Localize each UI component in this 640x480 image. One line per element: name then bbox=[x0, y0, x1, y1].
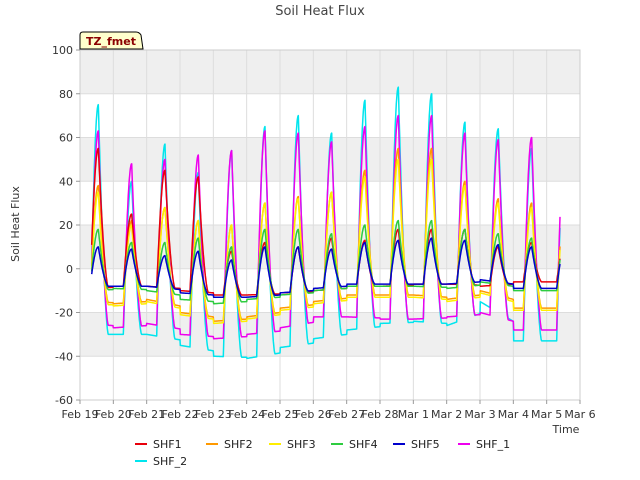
soil-heat-flux-chart: Soil Heat Flux -60 -40 -20 0 20 40 60 80 100 Feb … bbox=[9, 4, 596, 468]
legend-label: SHF2 bbox=[224, 438, 253, 451]
x-tick-label: Mar 6 bbox=[564, 408, 595, 421]
plot-band bbox=[80, 312, 580, 357]
legend: SHF1 SHF2 SHF3 SHF4 SHF5 SHF_1 SHF_2 bbox=[135, 438, 510, 468]
x-tick-label: Feb 22 bbox=[162, 408, 199, 421]
y-tick-label: 80 bbox=[59, 88, 73, 101]
plot-band bbox=[80, 225, 580, 269]
legend-label: SHF_1 bbox=[476, 438, 510, 451]
x-tick-label: Feb 26 bbox=[295, 408, 332, 421]
y-tick-label: 100 bbox=[52, 44, 73, 57]
y-tick-label: -40 bbox=[55, 350, 73, 363]
plot-band bbox=[80, 50, 580, 94]
x-tick-label: Mar 3 bbox=[464, 408, 495, 421]
x-tick-label: Feb 25 bbox=[262, 408, 299, 421]
x-tick-label: Feb 19 bbox=[62, 408, 99, 421]
x-tick-label: Feb 23 bbox=[195, 408, 232, 421]
x-tick-label: Mar 5 bbox=[531, 408, 562, 421]
x-tick-label: Mar 4 bbox=[498, 408, 529, 421]
legend-label: SHF3 bbox=[287, 438, 316, 451]
x-tick-label: Feb 21 bbox=[128, 408, 165, 421]
legend-label: SHF4 bbox=[349, 438, 378, 451]
x-tick-label: Feb 27 bbox=[328, 408, 365, 421]
y-tick-label: -60 bbox=[55, 394, 73, 407]
x-tick-label: Feb 24 bbox=[228, 408, 265, 421]
chart-title: Soil Heat Flux bbox=[275, 4, 365, 19]
tz-badge: TZ_fmet bbox=[79, 31, 144, 50]
y-tick-label: -20 bbox=[55, 307, 73, 320]
x-axis-label: Time bbox=[552, 423, 580, 436]
legend-label: SHF1 bbox=[153, 438, 182, 451]
x-tick-label: Mar 1 bbox=[398, 408, 429, 421]
y-tick-label: 0 bbox=[66, 263, 73, 276]
y-tick-label: 20 bbox=[59, 219, 73, 232]
legend-label: SHF_2 bbox=[153, 455, 187, 468]
y-axis-label: Soil Heat Flux bbox=[9, 186, 22, 262]
y-tick-label: 40 bbox=[59, 175, 73, 188]
x-tick-label: Feb 20 bbox=[95, 408, 132, 421]
tz-badge-label: TZ_fmet bbox=[86, 35, 136, 48]
legend-label: SHF5 bbox=[411, 438, 440, 451]
x-tick-label: Feb 28 bbox=[362, 408, 399, 421]
y-tick-label: 60 bbox=[59, 132, 73, 145]
x-tick-label: Mar 2 bbox=[431, 408, 462, 421]
